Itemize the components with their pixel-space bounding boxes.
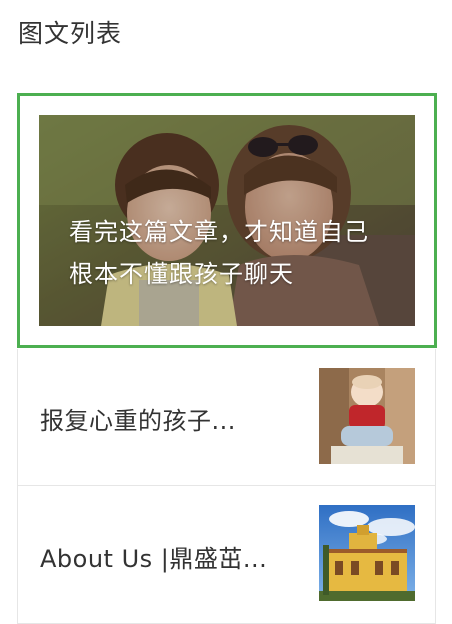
list-item-title: 报复心重的孩子... — [40, 407, 236, 435]
page: 图文列表 看完这篇文章，才知道自己根本不懂跟孩子聊天 报复心重的孩子... Ab… — [0, 0, 452, 624]
list-item[interactable]: About Us |鼎盛茁... — [17, 486, 436, 624]
featured-article-card[interactable]: 看完这篇文章，才知道自己根本不懂跟孩子聊天 — [17, 93, 437, 348]
featured-article-image: 看完这篇文章，才知道自己根本不懂跟孩子聊天 — [39, 115, 415, 326]
section-title: 图文列表 — [18, 19, 123, 48]
featured-article-caption: 看完这篇文章，才知道自己根本不懂跟孩子聊天 — [69, 218, 369, 288]
list-item-thumbnail — [319, 505, 415, 601]
list-item-thumbnail — [319, 368, 415, 464]
list-item-title: About Us |鼎盛茁... — [40, 545, 268, 573]
list-item[interactable]: 报复心重的孩子... — [17, 349, 436, 486]
